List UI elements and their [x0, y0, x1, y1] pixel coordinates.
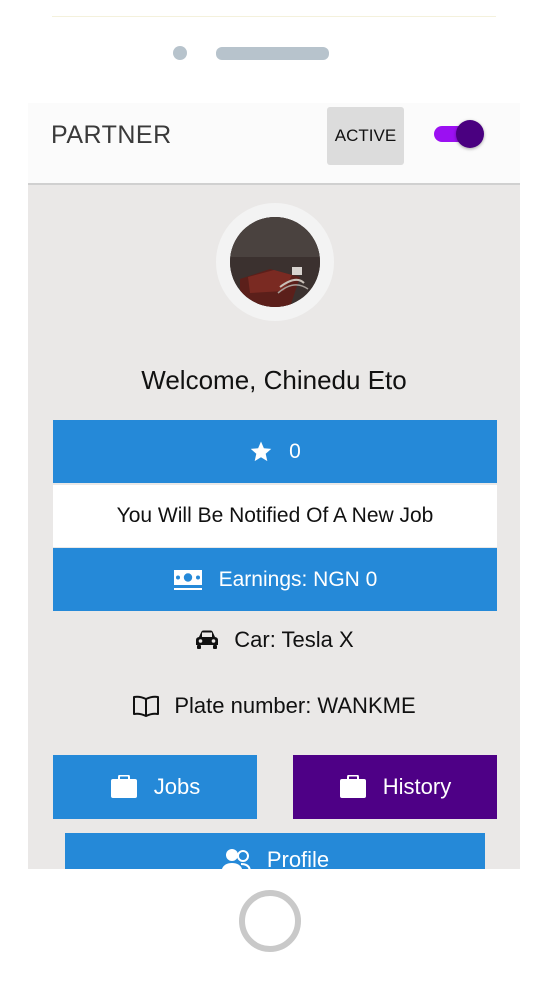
car-icon [196, 630, 219, 649]
rating-bar[interactable]: 0 [53, 420, 497, 483]
book-icon [133, 695, 160, 717]
home-button[interactable] [239, 890, 301, 952]
app-bar: PARTNER ACTIVE [28, 103, 520, 185]
star-icon [250, 441, 272, 462]
history-label: History [382, 774, 452, 799]
top-bezel-line [52, 16, 496, 17]
car-text: Car: Tesla X [234, 627, 354, 652]
rating-value: 0 [289, 439, 301, 463]
profile-label: Profile [266, 847, 330, 869]
active-status-button[interactable]: ACTIVE [327, 107, 404, 165]
plate-info: Plate number: WANKME [28, 693, 520, 719]
plate-text: Plate number: WANKME [174, 693, 416, 718]
money-icon [173, 569, 202, 590]
earnings-bar[interactable]: Earnings: NGN 0 [53, 548, 497, 611]
welcome-message: Welcome, Chinedu Eto [141, 365, 407, 395]
briefcase-icon [110, 775, 137, 798]
app-title: PARTNER [51, 121, 172, 149]
car-info: Car: Tesla X [28, 627, 520, 653]
jobs-label: Jobs [153, 774, 201, 799]
speaker-bar [216, 47, 329, 60]
jobs-button[interactable]: Jobs [53, 755, 257, 819]
avatar[interactable] [230, 217, 320, 307]
profile-button[interactable]: Profile [65, 833, 485, 869]
users-icon [221, 849, 251, 869]
camera-dot [173, 46, 187, 60]
toggle-thumb[interactable] [456, 120, 484, 148]
active-toggle[interactable] [434, 120, 484, 148]
avatar-photo [230, 217, 320, 307]
avatar-frame [216, 203, 334, 321]
earnings-text: Earnings: NGN 0 [218, 567, 378, 591]
job-notification-banner: You Will Be Notified Of A New Job [53, 485, 497, 547]
briefcase-icon [339, 775, 366, 798]
history-button[interactable]: History [293, 755, 497, 819]
notification-text: You Will Be Notified Of A New Job [116, 504, 434, 527]
app-screen: PARTNER ACTIVE Welcome, Chinedu Eto 0 Yo… [28, 103, 520, 869]
